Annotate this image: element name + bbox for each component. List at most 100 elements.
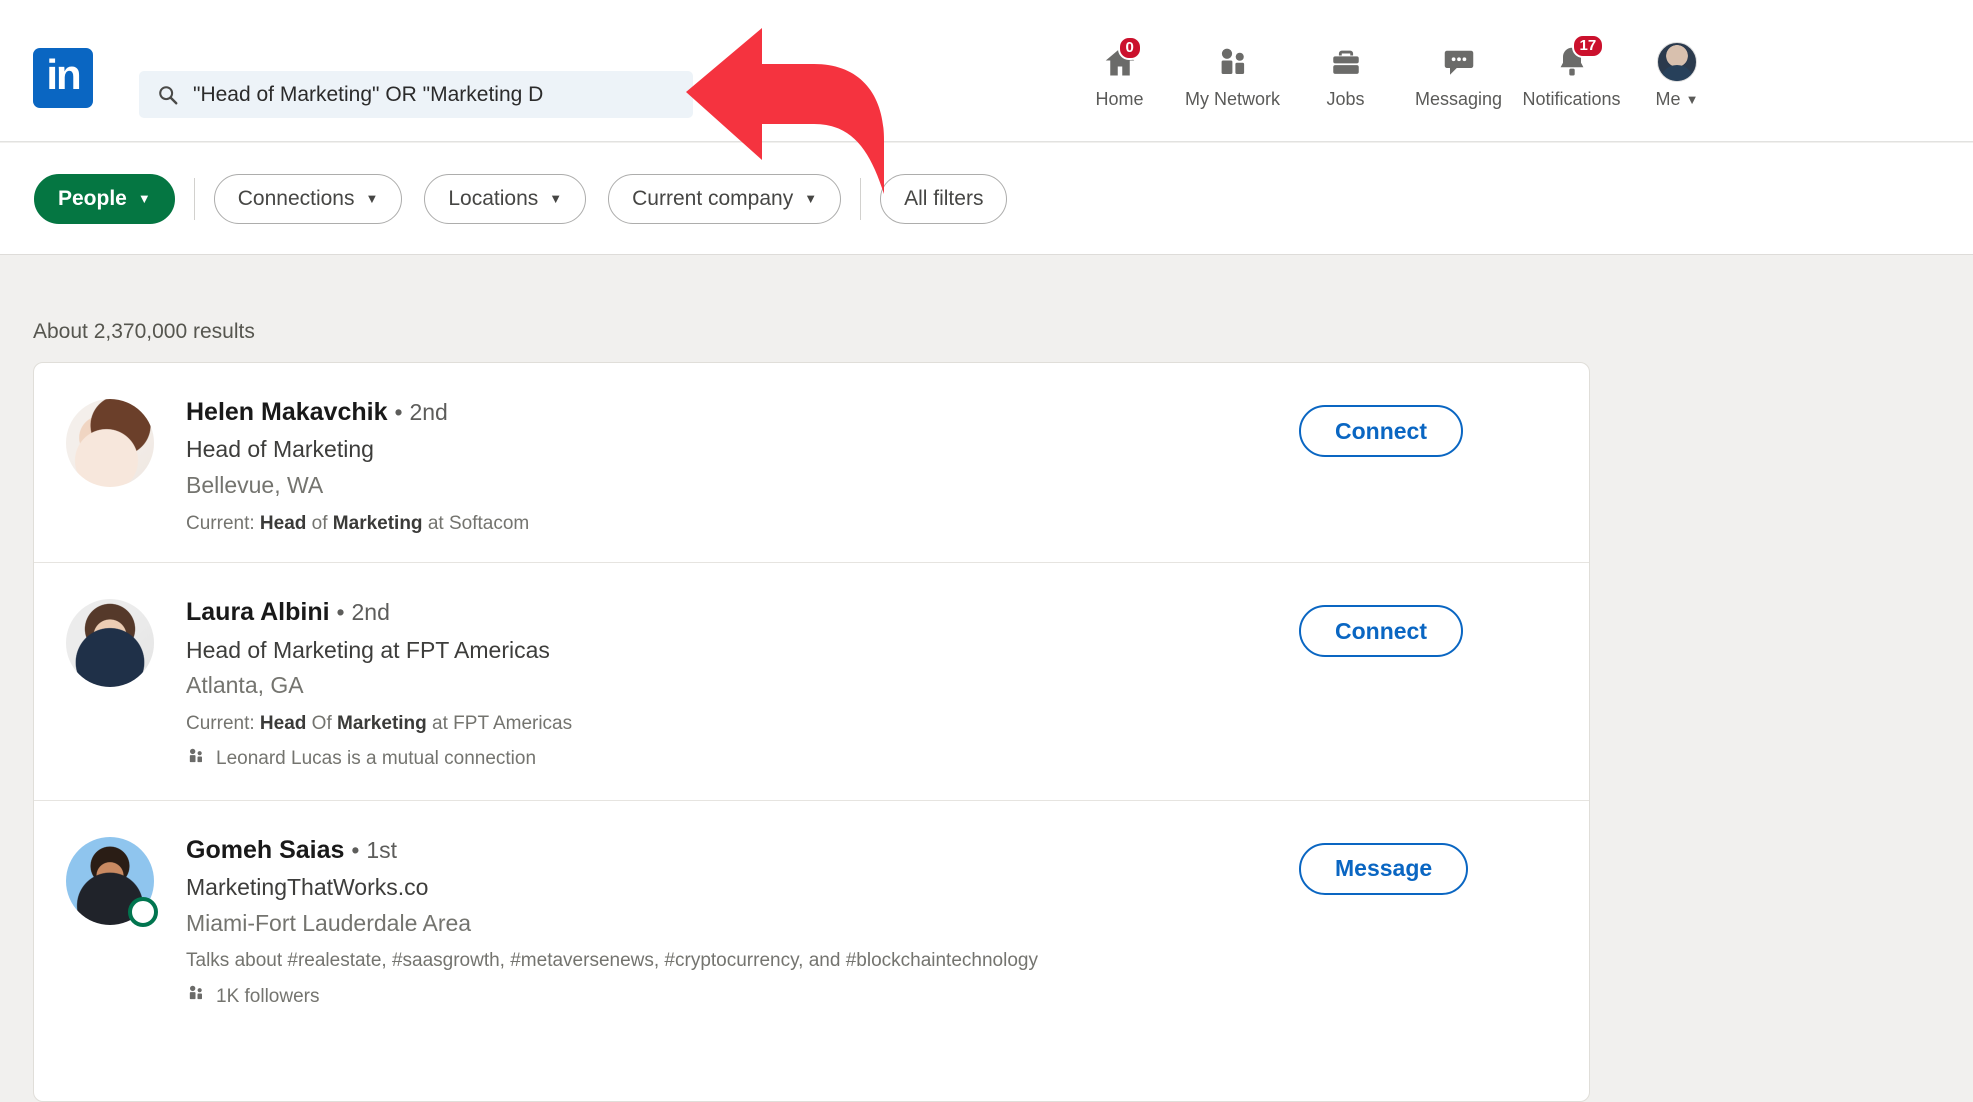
filter-pill-connections[interactable]: Connections ▼ — [213, 173, 403, 224]
nav-label-jobs: Jobs — [1326, 89, 1365, 109]
result-separator: • — [351, 836, 360, 863]
home-icon: 0 — [1102, 36, 1142, 86]
result-name-line[interactable]: Gomeh Saias • 1st — [186, 835, 1279, 866]
nav-label-messaging: Messaging — [1414, 89, 1503, 109]
filter-divider-right — [860, 177, 862, 220]
result-meta: 1K followers — [186, 983, 1279, 1011]
home-badge: 0 — [1117, 36, 1142, 60]
avatar[interactable] — [66, 836, 158, 927]
nav-item-home[interactable]: 0 Home — [1063, 36, 1176, 110]
result-degree: 1st — [366, 836, 398, 863]
result-separator: • — [336, 599, 345, 626]
chevron-down-icon: ▼ — [804, 191, 818, 206]
result-meta: Leonard Lucas is a mutual connection — [186, 746, 1279, 774]
result-body: Helen Makavchik • 2nd Head of Marketing … — [186, 397, 1299, 536]
open-to-work-badge — [128, 896, 158, 927]
connect-button[interactable]: Connect — [1299, 405, 1463, 457]
filter-pill-connections-label: Connections — [237, 186, 355, 210]
result-location: Miami-Fort Lauderdale Area — [186, 909, 472, 936]
linkedin-logo[interactable]: in — [33, 48, 93, 108]
my-network-icon — [1215, 38, 1251, 86]
avatar-cell — [34, 397, 186, 536]
avatar-cell — [34, 597, 186, 773]
chevron-down-icon: ▼ — [137, 191, 151, 206]
me-avatar — [1657, 42, 1697, 82]
result-name-line[interactable]: Laura Albini • 2nd — [186, 597, 1279, 628]
filter-pill-locations-label: Locations — [448, 186, 539, 210]
nav-item-me[interactable]: Me ▼ — [1628, 38, 1726, 110]
filter-pill-people[interactable]: People ▼ — [34, 173, 175, 224]
filter-pill-locations[interactable]: Locations ▼ — [424, 173, 587, 224]
avatar-cell — [34, 835, 186, 1011]
nav-label-home: Home — [1095, 89, 1144, 109]
avatar-icon — [1657, 38, 1697, 86]
result-current-mid: of — [306, 512, 333, 534]
nav-item-my-network[interactable]: My Network — [1176, 38, 1289, 110]
result-headline: Head of Marketing — [186, 436, 374, 463]
chevron-down-icon: ▼ — [365, 191, 379, 206]
result-current-suffix: at FPT Americas — [426, 713, 573, 735]
result-current-prefix: Current: — [186, 713, 260, 735]
result-headline: MarketingThatWorks.co — [186, 873, 429, 900]
filter-pill-current-company-label: Current company — [632, 186, 794, 210]
global-header: in 0 Home — [0, 0, 1973, 142]
connect-button[interactable]: Connect — [1299, 605, 1463, 658]
result-talks-about: Talks about #realestate, #saasgrowth, #m… — [186, 950, 1038, 972]
search-icon — [157, 84, 179, 106]
primary-nav: 0 Home My Network Jobs Messaging 17 Noti… — [1063, 34, 1726, 110]
search-box[interactable] — [139, 71, 693, 118]
result-body: Laura Albini • 2nd Head of Marketing at … — [186, 597, 1299, 773]
linkedin-logo-text: in — [46, 51, 81, 98]
result-headline: Head of Marketing at FPT Americas — [186, 636, 550, 663]
result-location: Bellevue, WA — [186, 472, 324, 498]
result-body: Gomeh Saias • 1st MarketingThatWorks.co … — [186, 835, 1299, 1011]
notifications-badge: 17 — [1571, 34, 1605, 58]
result-current-keyword-1: Head — [259, 713, 307, 735]
results-count: About 2,370,000 results — [33, 320, 255, 343]
action-cell: Connect — [1299, 597, 1589, 773]
table-row[interactable]: Laura Albini • 2nd Head of Marketing at … — [34, 562, 1589, 799]
table-row[interactable]: Gomeh Saias • 1st MarketingThatWorks.co … — [34, 799, 1589, 1037]
filter-pill-all-filters-label: All filters — [904, 186, 984, 210]
filter-divider-left — [193, 177, 195, 220]
result-current-keyword-1: Head — [259, 512, 307, 534]
result-name: Laura Albini — [186, 598, 330, 627]
result-current: Current: Head of Marketing at Softacom — [186, 512, 1279, 537]
avatar[interactable] — [66, 599, 154, 688]
me-text: Me — [1655, 89, 1681, 109]
result-current-keyword-2: Marketing — [332, 512, 423, 534]
search-results-card: Helen Makavchik • 2nd Head of Marketing … — [33, 362, 1590, 1102]
action-cell: Connect — [1299, 397, 1589, 536]
result-separator: • — [394, 399, 403, 425]
chevron-down-icon: ▼ — [549, 191, 563, 206]
result-degree: 2nd — [351, 599, 390, 626]
result-name: Gomeh Saias — [186, 835, 345, 864]
chevron-down-icon: ▼ — [1685, 92, 1699, 107]
action-cell: Message — [1299, 835, 1589, 1011]
result-meta-text: Leonard Lucas is a mutual connection — [216, 748, 537, 770]
nav-item-messaging[interactable]: Messaging — [1402, 38, 1515, 110]
result-current-keyword-2: Marketing — [337, 713, 427, 735]
filter-pill-all-filters[interactable]: All filters — [880, 173, 1008, 224]
nav-label-notifications: Notifications — [1522, 89, 1621, 109]
result-name-line[interactable]: Helen Makavchik • 2nd — [186, 397, 1279, 428]
nav-item-jobs[interactable]: Jobs — [1289, 38, 1402, 110]
result-current: Current: Head Of Marketing at FPT Americ… — [186, 712, 1279, 737]
result-degree: 2nd — [409, 399, 448, 425]
notifications-icon: 17 — [1554, 34, 1605, 86]
table-row[interactable]: Helen Makavchik • 2nd Head of Marketing … — [34, 363, 1589, 562]
filter-pill-current-company[interactable]: Current company ▼ — [608, 173, 842, 224]
result-name: Helen Makavchik — [186, 398, 388, 426]
people-icon — [186, 983, 206, 1011]
message-button[interactable]: Message — [1299, 842, 1469, 895]
messaging-icon — [1441, 38, 1477, 86]
nav-item-notifications[interactable]: 17 Notifications — [1515, 34, 1628, 110]
search-filter-bar: People ▼ Connections ▼ Locations ▼ Curre… — [0, 143, 1973, 255]
people-icon — [186, 746, 206, 774]
result-current-prefix: Current: — [186, 512, 260, 534]
nav-label-me: Me ▼ — [1656, 89, 1699, 110]
search-input[interactable] — [193, 82, 613, 107]
result-meta-text: 1K followers — [216, 985, 320, 1007]
avatar[interactable] — [66, 399, 154, 487]
result-location: Atlanta, GA — [186, 672, 304, 699]
